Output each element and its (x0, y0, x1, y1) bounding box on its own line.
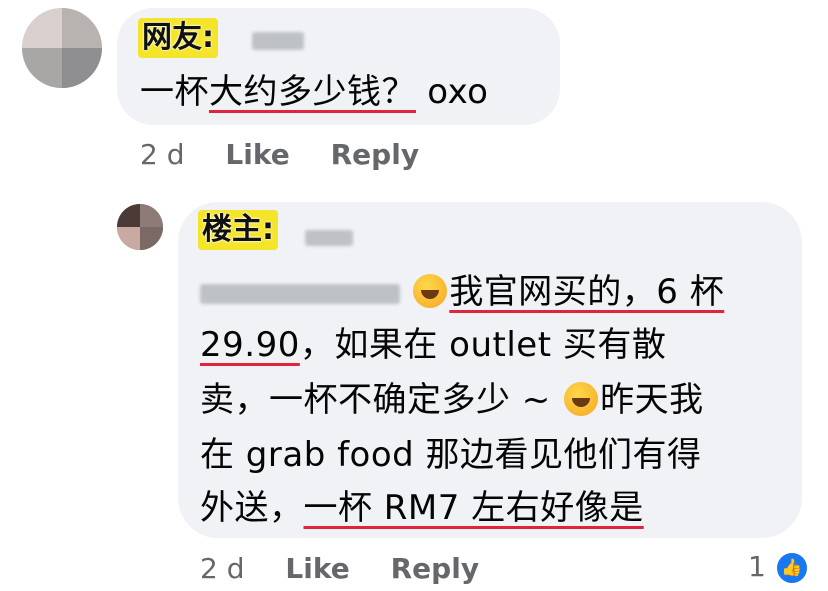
mention-redacted (200, 283, 400, 304)
comment-text: 一杯大约多少钱？ oxo (140, 72, 489, 112)
comment-actions: 2 d Like Reply (140, 138, 419, 171)
comment-timestamp[interactable]: 2 d (140, 138, 185, 171)
reply-text-line3: 卖，一杯不确定多少 ~ 昨天我 (200, 380, 704, 420)
reply-text-line4: 在 grab food 那边看见他们有得 (200, 435, 702, 475)
commenter-tag: 网友: (138, 18, 218, 58)
reaction-count: 1 (748, 550, 766, 583)
reply-button[interactable]: Reply (331, 138, 419, 171)
thumbs-up-icon: 👍 (774, 551, 809, 585)
author-name-redacted (305, 230, 353, 246)
rofl-emoji-icon (564, 382, 599, 416)
reply-timestamp[interactable]: 2 d (200, 552, 245, 585)
reply-text-line1: 我官网买的，6 杯 (200, 272, 724, 312)
reply-actions: 2 d Like Reply (200, 552, 479, 585)
like-button[interactable]: Like (225, 138, 289, 171)
avatar-author[interactable] (117, 204, 163, 250)
avatar-commenter[interactable] (22, 8, 102, 88)
reply-text-line5: 外送，一杯 RM7 左右好像是 (200, 488, 644, 528)
commenter-name-redacted (252, 32, 304, 50)
like-button[interactable]: Like (285, 552, 349, 585)
reply-text-line2: 29.90，如果在 outlet 买有散 (200, 325, 667, 365)
reply-button[interactable]: Reply (391, 552, 479, 585)
reaction-summary[interactable]: 1 👍 (748, 550, 809, 585)
rofl-emoji-icon (413, 274, 448, 308)
author-tag: 楼主: (198, 210, 278, 250)
